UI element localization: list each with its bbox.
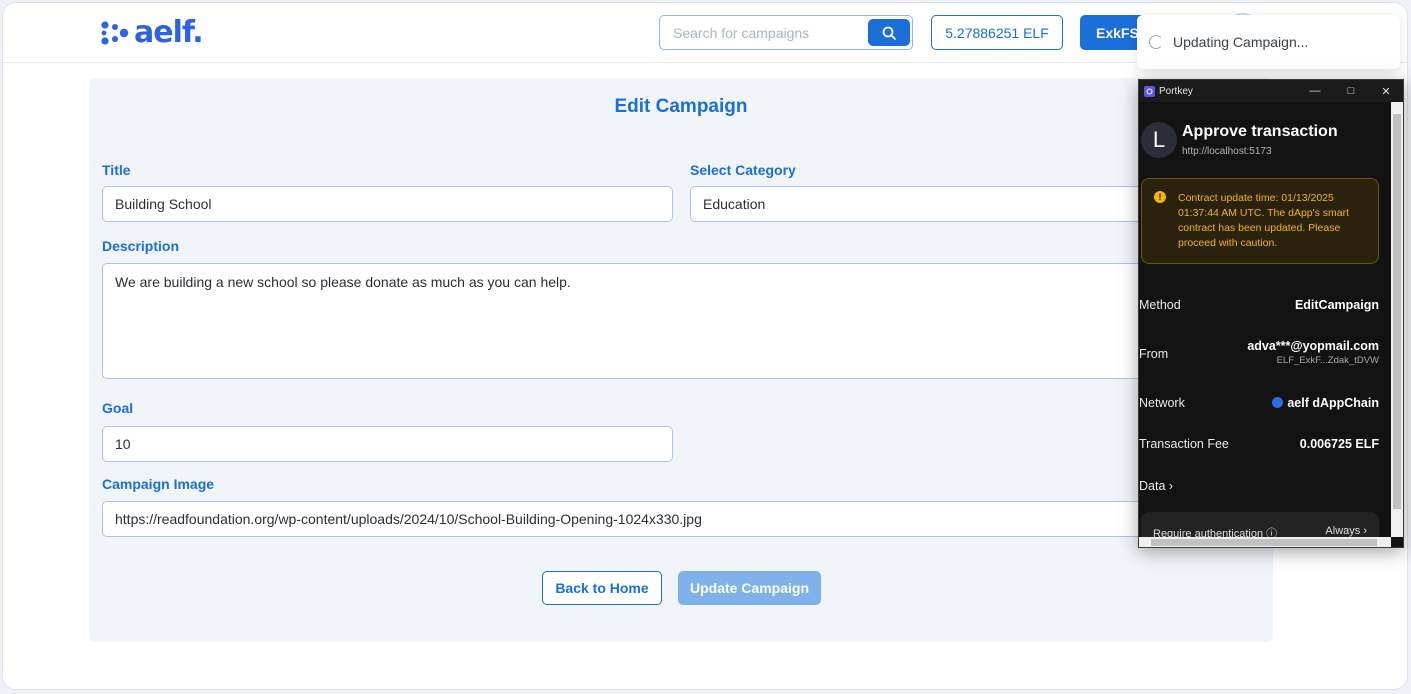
update-campaign-button[interactable]: Update Campaign bbox=[678, 571, 821, 605]
network-icon bbox=[1272, 397, 1284, 408]
dapp-url: http://localhost:5173 bbox=[1182, 146, 1272, 157]
title-label: Title bbox=[102, 162, 131, 178]
network-value-wrap: aelf dAppChain bbox=[1272, 396, 1379, 410]
maximize-icon[interactable]: □ bbox=[1341, 82, 1361, 100]
auth-value-wrap: Always › bbox=[1325, 525, 1367, 537]
search-button[interactable] bbox=[868, 19, 910, 46]
close-icon[interactable]: ✕ bbox=[1376, 82, 1396, 100]
description-textarea[interactable]: We are building a new school so please d… bbox=[102, 263, 1260, 379]
description-label: Description bbox=[102, 238, 180, 254]
edit-campaign-form: Edit Campaign Title Building School Sele… bbox=[89, 78, 1273, 642]
title-input[interactable]: Building School bbox=[102, 186, 673, 222]
require-auth-row[interactable]: Require authentication ⓘ Always › bbox=[1141, 512, 1379, 537]
spinner-icon bbox=[1149, 35, 1163, 49]
fee-value: 0.006725 ELF bbox=[1299, 437, 1379, 451]
logo-dots-icon bbox=[101, 21, 129, 45]
search-icon bbox=[882, 26, 896, 40]
portkey-content: L Approve transaction http://localhost:5… bbox=[1139, 102, 1390, 537]
chevron-right-icon: › bbox=[1363, 525, 1367, 537]
method-label: Method bbox=[1139, 298, 1181, 312]
scroll-thumb[interactable] bbox=[1393, 114, 1401, 509]
fee-label: Transaction Fee bbox=[1139, 437, 1229, 451]
horizontal-scrollbar[interactable] bbox=[1139, 537, 1391, 547]
toast-text: Updating Campaign... bbox=[1173, 34, 1309, 50]
status-toast: Updating Campaign... bbox=[1137, 15, 1400, 69]
from-label: From bbox=[1139, 347, 1169, 361]
minimize-icon[interactable]: — bbox=[1305, 82, 1325, 100]
logo-text: aelf. bbox=[134, 15, 204, 50]
category-label: Select Category bbox=[690, 162, 796, 178]
vertical-scrollbar[interactable] bbox=[1391, 102, 1403, 537]
approve-heading: Approve transaction bbox=[1182, 123, 1338, 140]
data-label: Data › bbox=[1139, 479, 1173, 493]
goal-label: Goal bbox=[102, 400, 134, 416]
dapp-avatar: L bbox=[1141, 122, 1177, 158]
contract-warning: ! Contract update time: 01/13/2025 01:37… bbox=[1141, 178, 1379, 264]
aelf-logo[interactable]: aelf. bbox=[100, 15, 204, 50]
from-address: ELF_ExkF...Zdak_tDVW bbox=[1276, 355, 1379, 366]
network-label: Network bbox=[1139, 396, 1185, 410]
wallet-balance[interactable]: 5.27886251 ELF bbox=[931, 15, 1063, 50]
image-label: Campaign Image bbox=[102, 476, 215, 492]
back-to-home-button[interactable]: Back to Home bbox=[542, 571, 662, 605]
page-title: Edit Campaign bbox=[614, 96, 748, 117]
warning-text: Contract update time: 01/13/2025 01:37:4… bbox=[1178, 192, 1350, 249]
help-icon: ⓘ bbox=[1266, 528, 1278, 537]
portkey-app-icon bbox=[1144, 85, 1155, 97]
from-email: adva***@yopmail.com bbox=[1247, 339, 1379, 353]
method-value: EditCampaign bbox=[1294, 298, 1379, 312]
search-box bbox=[659, 15, 913, 50]
hscroll-thumb[interactable] bbox=[1151, 539, 1377, 546]
chevron-right-icon: › bbox=[1168, 479, 1174, 493]
network-value: aelf dAppChain bbox=[1287, 396, 1379, 410]
portkey-window-title: Portkey bbox=[1159, 85, 1193, 97]
warning-icon: ! bbox=[1154, 191, 1166, 203]
data-label-text: Data bbox=[1139, 479, 1166, 493]
auth-label: Require authentication bbox=[1153, 528, 1264, 537]
portkey-popup: Portkey — □ ✕ L Approve transaction http… bbox=[1138, 79, 1404, 548]
auth-label-wrap: Require authentication ⓘ bbox=[1153, 525, 1277, 537]
image-url-input[interactable]: https://readfoundation.org/wp-content/up… bbox=[102, 501, 1260, 537]
portkey-titlebar: Portkey — □ ✕ bbox=[1139, 80, 1403, 102]
search-input[interactable] bbox=[661, 17, 865, 48]
goal-input[interactable]: 10 bbox=[102, 426, 673, 462]
auth-value: Always bbox=[1325, 525, 1361, 537]
from-row: From adva***@yopmail.com ELF_ExkF...Zdak… bbox=[1139, 339, 1379, 369]
